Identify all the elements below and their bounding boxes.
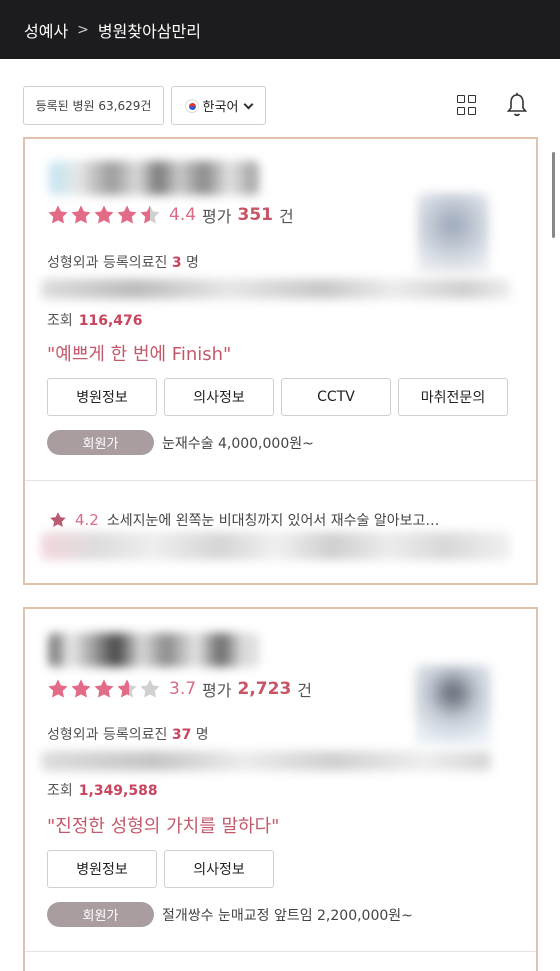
chevron-down-icon xyxy=(243,99,254,109)
language-select[interactable]: 한국어 xyxy=(171,86,266,125)
rating-label: 평가 xyxy=(202,681,232,700)
views-count: 116,476 xyxy=(78,313,143,329)
member-price-badge: 회원가 xyxy=(47,430,154,455)
price-text: 눈재수술 4,000,000원~ xyxy=(162,435,314,452)
list-toolbar: 등록된 병원 63,629건 한국어 xyxy=(0,86,560,126)
review-rating: 4.2 xyxy=(75,511,99,529)
review-count[interactable]: 351 xyxy=(238,205,274,225)
star-icon xyxy=(50,512,66,527)
card-divider xyxy=(25,951,536,952)
hospital-name-blurred[interactable] xyxy=(49,633,259,667)
doctors-label: 성형외과 등록의료진 xyxy=(47,727,168,743)
rating-row: 4.4 평가 351 건 xyxy=(47,203,294,227)
registered-count-badge: 등록된 병원 63,629건 xyxy=(23,86,164,125)
rating-row: 3.7 평가 2,723 건 xyxy=(47,677,312,701)
star-icon xyxy=(71,679,91,698)
doctor-info-button[interactable]: 의사정보 xyxy=(164,378,274,416)
scrollbar-thumb[interactable] xyxy=(552,152,555,238)
star-icon xyxy=(94,679,114,698)
review-count-unit: 건 xyxy=(297,681,313,700)
hospital-card[interactable]: 4.4 평가 351 건 성형외과 등록의료진 3 명 조회 116,476 "예… xyxy=(23,137,538,585)
rating-value: 3.7 xyxy=(169,679,197,699)
cctv-button[interactable]: CCTV xyxy=(281,378,391,416)
star-icon xyxy=(117,205,137,224)
star-rating xyxy=(47,678,161,700)
hospital-slogan[interactable]: "예쁘게 한 번에 Finish" xyxy=(47,340,231,366)
star-icon xyxy=(48,205,68,224)
doctor-info-button[interactable]: 의사정보 xyxy=(164,850,274,888)
language-label: 한국어 xyxy=(202,100,239,115)
review-images-blurred[interactable] xyxy=(41,532,511,560)
rating-label: 평가 xyxy=(202,207,232,226)
hospital-name-blurred[interactable] xyxy=(49,161,259,195)
address-blurred xyxy=(41,279,511,299)
hospital-info-button[interactable]: 병원정보 xyxy=(47,378,157,416)
doctors-info: 성형외과 등록의료진 3 명 xyxy=(47,252,199,272)
top-header: 성예사 > 병원찾아삼만리 xyxy=(0,0,560,59)
price-row[interactable]: 회원가 눈재수술 4,000,000원~ xyxy=(47,430,314,455)
views-label: 조회 xyxy=(47,313,73,329)
breadcrumb-separator: > xyxy=(77,21,89,38)
views-info: 조회 116,476 xyxy=(47,310,143,330)
hospital-thumbnail[interactable] xyxy=(417,193,489,273)
breadcrumb-current[interactable]: 병원찾아삼만리 xyxy=(98,18,201,42)
hospital-info-button[interactable]: 병원정보 xyxy=(47,850,157,888)
member-price-badge: 회원가 xyxy=(47,902,154,927)
star-half-icon xyxy=(140,205,160,224)
views-label: 조회 xyxy=(47,783,73,799)
card-divider xyxy=(25,480,536,481)
doctors-count: 3 xyxy=(171,255,182,271)
address-blurred xyxy=(41,751,491,771)
doctors-info: 성형외과 등록의료진 37 명 xyxy=(47,724,209,744)
card-buttons: 병원정보 의사정보 CCTV 마취전문의 xyxy=(47,378,508,416)
doctors-unit: 명 xyxy=(195,727,209,743)
review-text: 소세지눈에 왼쪽눈 비대칭까지 있어서 재수술 알아보고… xyxy=(106,513,440,529)
star-half-icon xyxy=(117,679,137,698)
doctors-label: 성형외과 등록의료진 xyxy=(47,255,168,271)
bell-icon[interactable] xyxy=(506,92,528,118)
anesthesiologist-button[interactable]: 마취전문의 xyxy=(398,378,508,416)
grid-view-icon[interactable] xyxy=(457,95,477,115)
star-icon xyxy=(94,205,114,224)
views-count: 1,349,588 xyxy=(78,783,158,799)
star-empty-icon xyxy=(140,679,160,698)
doctors-unit: 명 xyxy=(186,255,199,271)
price-text: 절개쌍수 눈매교정 앞트임 2,200,000원~ xyxy=(162,907,413,924)
card-buttons: 병원정보 의사정보 xyxy=(47,850,274,888)
hospital-thumbnail[interactable] xyxy=(415,665,491,745)
korea-flag-icon xyxy=(184,98,199,113)
site-name[interactable]: 성예사 xyxy=(24,18,68,42)
star-rating xyxy=(47,204,161,226)
doctors-count: 37 xyxy=(171,727,192,743)
star-icon xyxy=(48,679,68,698)
hospital-card[interactable]: 3.7 평가 2,723 건 성형외과 등록의료진 37 명 조회 1,349,5… xyxy=(23,607,538,971)
review-count[interactable]: 2,723 xyxy=(238,679,292,699)
hospital-slogan[interactable]: "진정한 성형의 가치를 말하다" xyxy=(47,812,279,838)
price-row[interactable]: 회원가 절개쌍수 눈매교정 앞트임 2,200,000원~ xyxy=(47,902,413,927)
views-info: 조회 1,349,588 xyxy=(47,780,158,800)
rating-value: 4.4 xyxy=(169,205,197,225)
review-preview[interactable]: 4.2 소세지눈에 왼쪽눈 비대칭까지 있어서 재수술 알아보고… xyxy=(49,510,439,530)
star-icon xyxy=(71,205,91,224)
review-count-unit: 건 xyxy=(279,207,294,226)
